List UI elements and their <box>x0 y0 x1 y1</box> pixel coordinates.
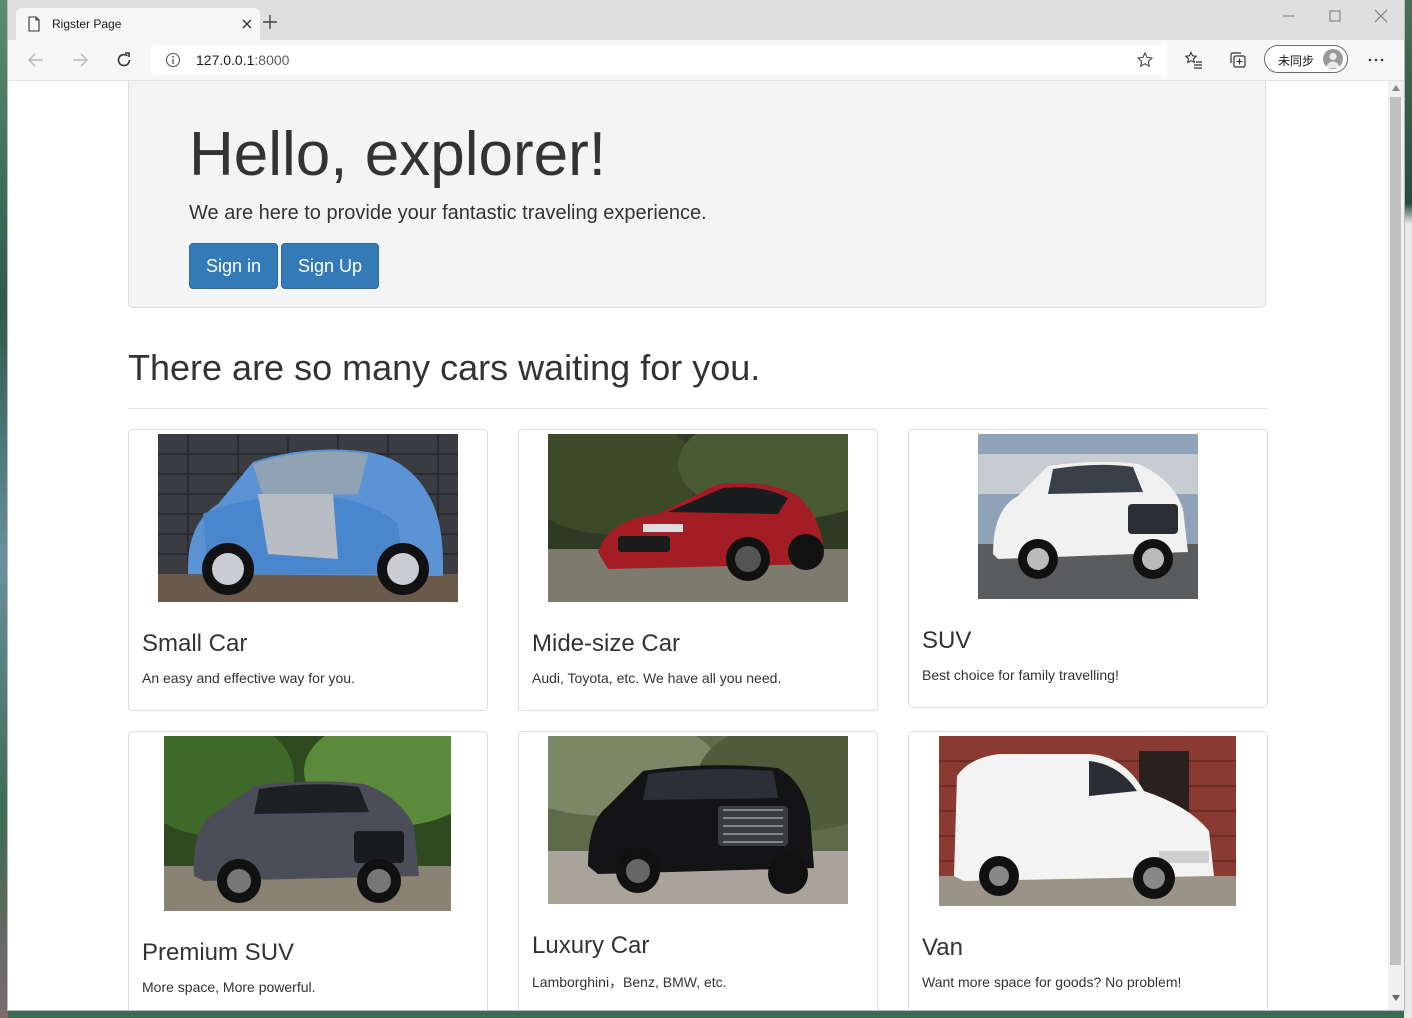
car-card-suv[interactable]: SUV Best choice for family travelling! <box>908 429 1268 708</box>
scroll-up-arrow-icon[interactable] <box>1392 85 1400 91</box>
address-url[interactable]: 127.0.0.1:8000 <box>196 52 289 68</box>
section-divider <box>128 408 1268 409</box>
hero-tagline: We are here to provide your fantastic tr… <box>189 202 707 224</box>
forward-arrow-icon[interactable] <box>70 50 90 70</box>
car-name: Small Car <box>142 630 248 657</box>
car-name: Luxury Car <box>532 932 650 959</box>
car-card-van[interactable]: Van Want more space for goods? No proble… <box>908 731 1268 1010</box>
luxury-car-image <box>548 736 848 904</box>
close-tab-icon[interactable] <box>240 17 254 31</box>
premium-suv-image <box>164 736 451 911</box>
favorites-list-icon[interactable] <box>1184 50 1204 70</box>
url-host: 127.0.0.1 <box>196 52 255 68</box>
car-name: Mide-size Car <box>532 630 681 657</box>
maximize-icon[interactable] <box>1325 6 1345 26</box>
car-card-luxury-car[interactable]: Luxury Car Lamborghini，Benz, BMW, etc. <box>518 731 878 1010</box>
car-description: Audi, Toyota, etc. We have all you need. <box>532 670 782 686</box>
scrollbar-thumb[interactable] <box>1390 97 1401 965</box>
vertical-scrollbar[interactable] <box>1388 81 1404 1010</box>
more-menu-icon[interactable] <box>1366 50 1386 70</box>
tab-title: Rigster Page <box>52 17 122 31</box>
hero-heading: Hello, explorer! <box>189 120 606 189</box>
small-car-image <box>158 434 458 602</box>
van-image <box>939 736 1236 906</box>
car-card-small-car[interactable]: Small Car An easy and effective way for … <box>128 429 488 711</box>
sign-up-button[interactable]: Sign Up <box>281 243 379 289</box>
refresh-icon[interactable] <box>114 50 134 70</box>
car-card-mide-size-car[interactable]: Mide-size Car Audi, Toyota, etc. We have… <box>518 429 878 711</box>
browser-window: Rigster Page 127.0.0.1:8000 未同步 Hello, e… <box>8 0 1404 1010</box>
browser-toolbar: 127.0.0.1:8000 未同步 <box>8 40 1404 81</box>
profile-sync-label: 未同步 <box>1278 54 1315 68</box>
favorite-star-icon[interactable] <box>1136 51 1154 69</box>
car-description: Lamborghini，Benz, BMW, etc. <box>532 974 727 990</box>
page-viewport: Hello, explorer! We are here to provide … <box>8 81 1404 1010</box>
car-description: Best choice for family travelling! <box>922 667 1119 683</box>
back-arrow-icon[interactable] <box>26 50 46 70</box>
suv-image <box>978 434 1198 599</box>
minimize-icon[interactable] <box>1279 6 1299 26</box>
address-bar[interactable]: 127.0.0.1:8000 <box>151 45 1167 75</box>
desktop-background-left <box>0 0 8 1018</box>
section-title: There are so many cars waiting for you. <box>128 347 761 388</box>
tab-strip: Rigster Page <box>8 0 1404 40</box>
mid-size-car-image <box>548 434 848 602</box>
profile-button[interactable]: 未同步 <box>1264 45 1348 73</box>
close-window-icon[interactable] <box>1371 6 1391 26</box>
car-name: Premium SUV <box>142 939 295 966</box>
sign-in-button[interactable]: Sign in <box>189 243 278 289</box>
car-card-premium-suv[interactable]: Premium SUV More space, More powerful. <box>128 731 488 1010</box>
hero-jumbotron: Hello, explorer! We are here to provide … <box>128 81 1266 308</box>
page-icon <box>28 16 40 32</box>
site-info-icon[interactable] <box>165 52 181 68</box>
new-tab-icon[interactable] <box>262 14 278 30</box>
avatar <box>1323 49 1343 69</box>
car-description: More space, More powerful. <box>142 979 316 995</box>
url-port: :8000 <box>254 52 290 68</box>
car-name: Van <box>922 934 963 961</box>
car-name: SUV <box>922 627 972 654</box>
collections-icon[interactable] <box>1228 50 1248 70</box>
car-description: An easy and effective way for you. <box>142 670 355 686</box>
desktop-background-right <box>1404 0 1412 1018</box>
scroll-down-arrow-icon[interactable] <box>1392 995 1400 1001</box>
tab-active[interactable]: Rigster Page <box>16 8 260 40</box>
car-description: Want more space for goods? No problem! <box>922 974 1182 990</box>
